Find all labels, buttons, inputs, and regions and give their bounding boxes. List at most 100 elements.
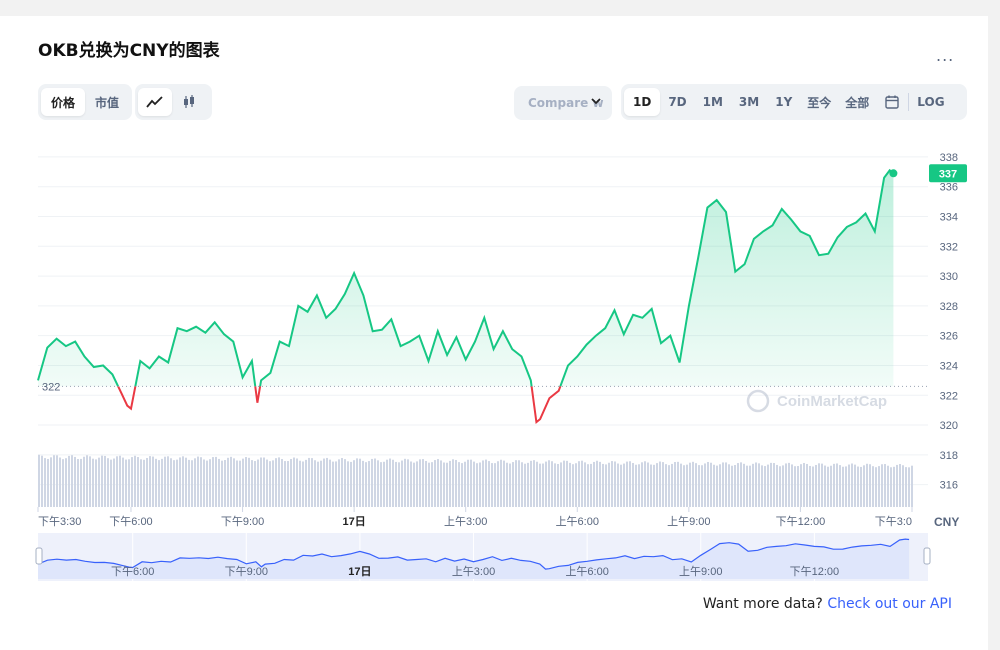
volume-bar bbox=[662, 462, 664, 507]
watermark-text: CoinMarketCap bbox=[777, 393, 887, 410]
volume-bar bbox=[818, 463, 820, 507]
volume-bar bbox=[683, 465, 685, 507]
volume-bar bbox=[212, 457, 214, 507]
volume-bar bbox=[158, 460, 160, 507]
volume-bar bbox=[479, 462, 481, 507]
volume-bar bbox=[167, 456, 169, 507]
volume-bar bbox=[749, 465, 751, 507]
volume-bar bbox=[272, 460, 274, 507]
volume-bar bbox=[179, 457, 181, 507]
navigator-right-handle[interactable] bbox=[923, 547, 931, 565]
volume-bar bbox=[725, 462, 727, 507]
volume-bar bbox=[581, 460, 583, 507]
volume-bar bbox=[161, 458, 163, 507]
x-tick-label: 下午9:00 bbox=[221, 515, 264, 528]
volume-bar bbox=[287, 461, 289, 507]
volume-bar bbox=[773, 463, 775, 507]
volume-bar bbox=[347, 461, 349, 507]
volume-bar bbox=[902, 465, 904, 507]
volume-bar bbox=[242, 458, 244, 507]
coinmarketcap-logo-icon bbox=[746, 389, 770, 413]
volume-bar bbox=[89, 456, 91, 507]
y-tick-label: 336 bbox=[940, 182, 958, 194]
volume-bar bbox=[104, 455, 106, 507]
volume-bar bbox=[113, 458, 115, 507]
volume-bar bbox=[896, 464, 898, 507]
volume-bar bbox=[752, 463, 754, 507]
x-tick-label: 17日 bbox=[343, 515, 366, 528]
volume-bar bbox=[98, 457, 100, 507]
volume-bar bbox=[734, 465, 736, 507]
volume-bar bbox=[833, 463, 835, 507]
volume-bar bbox=[338, 459, 340, 507]
volume-bar bbox=[200, 457, 202, 507]
volume-bar bbox=[224, 460, 226, 507]
volume-bar bbox=[284, 461, 286, 507]
volume-bar bbox=[791, 464, 793, 507]
volume-bar bbox=[68, 455, 70, 507]
volume-bar bbox=[125, 459, 127, 507]
volume-bar bbox=[815, 464, 817, 507]
y-tick-label: 334 bbox=[940, 211, 958, 223]
volume-bar bbox=[905, 467, 907, 507]
volume-bar bbox=[320, 460, 322, 507]
volume-bar bbox=[533, 460, 535, 507]
x-tick-label: 上午3:00 bbox=[444, 515, 487, 528]
volume-bar bbox=[713, 464, 715, 507]
volume-bar bbox=[764, 466, 766, 507]
current-price-tag: 337 bbox=[929, 164, 967, 183]
volume-bar bbox=[827, 466, 829, 507]
volume-bar bbox=[602, 463, 604, 507]
volume-bar bbox=[464, 461, 466, 507]
y-tick-label: 320 bbox=[940, 420, 958, 432]
volume-bar bbox=[761, 465, 763, 507]
current-price-dot bbox=[889, 169, 898, 178]
price-chart[interactable]: CoinMarketCap 322 3383363343323303283263… bbox=[0, 0, 1000, 650]
volume-bar bbox=[872, 466, 874, 507]
volume-bar bbox=[434, 460, 436, 507]
volume-bar bbox=[824, 465, 826, 507]
volume-bar bbox=[149, 456, 151, 507]
volume-bar bbox=[506, 462, 508, 507]
x-tick-label: 上午6:00 bbox=[556, 515, 599, 528]
volume-bar bbox=[155, 458, 157, 507]
volume-bar bbox=[644, 461, 646, 507]
volume-bar bbox=[254, 461, 256, 507]
volume-bar bbox=[839, 465, 841, 507]
volume-bar bbox=[500, 459, 502, 507]
volume-bar bbox=[137, 457, 139, 507]
volume-bar bbox=[485, 459, 487, 507]
volume-bar bbox=[182, 456, 184, 507]
volume-bar bbox=[44, 458, 46, 507]
navigator-left-handle[interactable] bbox=[35, 547, 43, 565]
volume-bar bbox=[653, 464, 655, 507]
volume-bar bbox=[863, 465, 865, 507]
volume-bar bbox=[62, 459, 64, 507]
volume-bar bbox=[521, 462, 523, 507]
volume-bar bbox=[449, 460, 451, 507]
volume-bar bbox=[785, 463, 787, 507]
volume-bar bbox=[56, 455, 58, 507]
volume-bar bbox=[251, 460, 253, 507]
volume-bar bbox=[398, 462, 400, 507]
volume-bar bbox=[446, 462, 448, 507]
volume-bar bbox=[821, 463, 823, 507]
volume-bar bbox=[443, 462, 445, 507]
volume-bar bbox=[326, 457, 328, 507]
y-tick-label: 324 bbox=[940, 360, 958, 372]
volume-bar bbox=[299, 460, 301, 507]
volume-bar bbox=[497, 461, 499, 507]
volume-bar bbox=[545, 461, 547, 507]
volume-bar bbox=[470, 459, 472, 507]
volume-bar bbox=[194, 458, 196, 507]
volume-bar bbox=[854, 464, 856, 507]
watermark: CoinMarketCap bbox=[746, 389, 887, 413]
volume-bar bbox=[152, 456, 154, 507]
range-navigator[interactable]: 下午6:00 下午9:00 17日 上午3:00 上午6:00 上午9:00 下午12:00 bbox=[35, 533, 931, 581]
volume-bar bbox=[377, 460, 379, 507]
volume-bar bbox=[674, 462, 676, 507]
volume-bar bbox=[845, 466, 847, 507]
volume-bar bbox=[86, 455, 88, 507]
volume-bar bbox=[455, 459, 457, 507]
volume-bar bbox=[722, 462, 724, 507]
